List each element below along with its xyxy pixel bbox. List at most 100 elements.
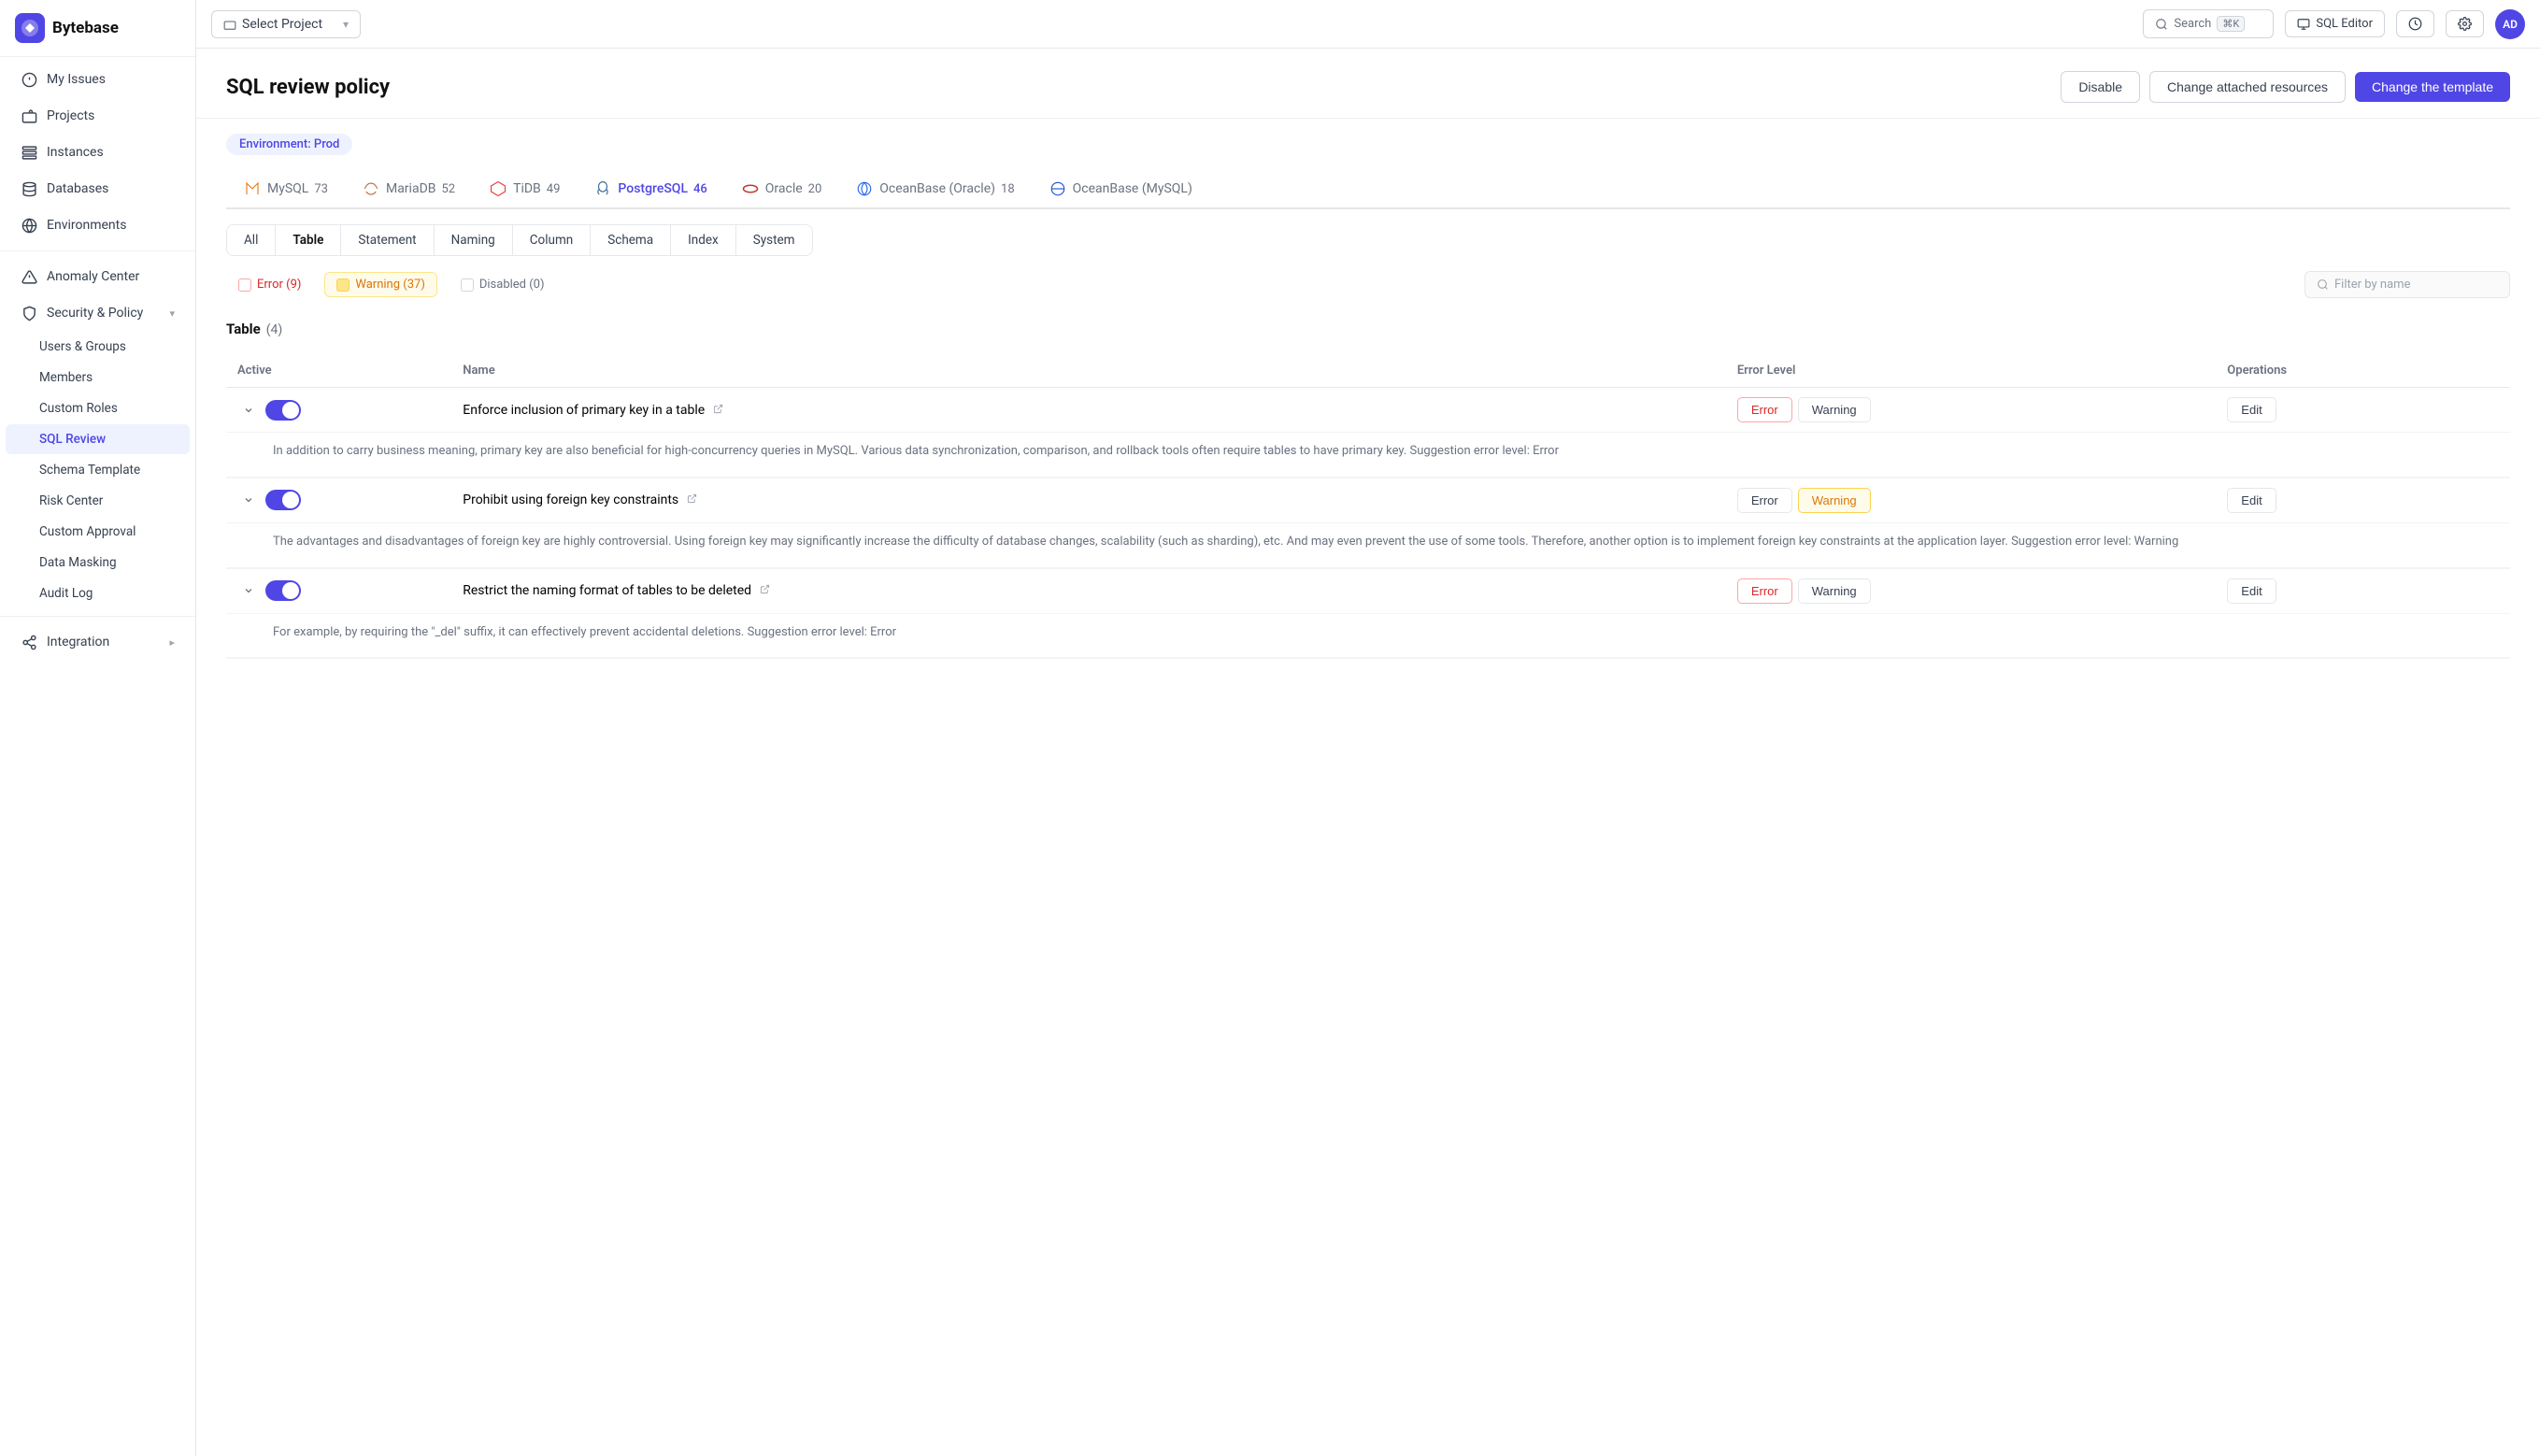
cat-tab-column[interactable]: Column	[513, 225, 592, 255]
change-template-button[interactable]: Change the template	[2355, 72, 2510, 102]
mariadb-count: 52	[441, 182, 455, 196]
warning-checkbox[interactable]	[336, 278, 350, 292]
error-checkbox[interactable]	[238, 278, 251, 292]
nav-section-main: My Issues Projects Instances Databases E…	[0, 61, 195, 661]
col-header-name: Name	[451, 354, 1726, 388]
sql-editor-btn[interactable]: SQL Editor	[2285, 10, 2385, 37]
sidebar-subitem-audit-log[interactable]: Audit Log	[6, 578, 190, 608]
filter-warning[interactable]: Warning (37)	[324, 272, 436, 297]
rule-1-ext-link[interactable]	[713, 404, 723, 414]
cat-tab-statement[interactable]: Statement	[341, 225, 434, 255]
settings-btn[interactable]	[2446, 10, 2484, 37]
db-tab-postgresql[interactable]: PostgreSQL 46	[577, 170, 723, 209]
db-tab-mariadb[interactable]: MariaDB 52	[345, 170, 472, 209]
rule-2-warning-btn[interactable]: Warning	[1798, 488, 1871, 513]
rule-2-ops-cell: Edit	[2216, 478, 2510, 522]
sidebar-item-databases[interactable]: Databases	[6, 171, 190, 207]
sidebar-subitem-sql-review[interactable]: SQL Review	[6, 424, 190, 454]
cat-tab-table[interactable]: Table	[276, 225, 341, 255]
rule-2-toggle[interactable]	[265, 490, 301, 510]
filter-input[interactable]: Filter by name	[2305, 271, 2510, 298]
tidb-icon	[489, 179, 507, 198]
db-tab-oracle[interactable]: Oracle 20	[724, 170, 839, 209]
sidebar-item-my-issues[interactable]: My Issues	[6, 62, 190, 97]
env-badge: Environment: Prod	[226, 134, 352, 155]
db-tab-mysql[interactable]: MySQL 73	[226, 170, 345, 209]
disable-button[interactable]: Disable	[2061, 71, 2140, 103]
rule-3-name: Restrict the naming format of tables to …	[463, 583, 751, 598]
search-box[interactable]: Search ⌘K	[2143, 9, 2274, 38]
filter-row: Error (9) Warning (37) Disabled (0) Filt…	[226, 271, 2510, 298]
rule-2-expand-btn[interactable]	[237, 489, 260, 511]
page-header: SQL review policy Disable Change attache…	[196, 49, 2540, 119]
cat-tab-naming[interactable]: Naming	[435, 225, 513, 255]
db-tab-oceanbase-mysql[interactable]: OceanBase (MySQL)	[1032, 170, 1209, 209]
sidebar-item-anomaly-center[interactable]: Anomaly Center	[6, 259, 190, 294]
rule-2-edit-btn[interactable]: Edit	[2227, 488, 2276, 513]
header-actions: Disable Change attached resources Change…	[2061, 71, 2510, 103]
filter-disabled[interactable]: Disabled (0)	[449, 272, 557, 297]
cat-tab-schema[interactable]: Schema	[591, 225, 671, 255]
db-tab-oceanbase-oracle[interactable]: OceanBase (Oracle) 18	[838, 170, 1031, 209]
rule-1-expand-btn[interactable]	[237, 399, 260, 421]
rules-table-header: Active Name Error Level Operations	[226, 354, 2510, 388]
search-kbd: ⌘K	[2217, 16, 2245, 32]
projects-icon	[21, 107, 37, 124]
sidebar-item-environments[interactable]: Environments	[6, 207, 190, 243]
sidebar-item-integration-label: Integration	[47, 635, 109, 649]
tidb-count: 49	[547, 182, 561, 196]
cat-tab-system[interactable]: System	[736, 225, 812, 255]
rule-1-toggle[interactable]	[265, 400, 301, 421]
sidebar-subitem-members[interactable]: Members	[6, 363, 190, 393]
project-select-chevron: ▾	[343, 18, 349, 31]
project-select-label: Select Project	[242, 17, 322, 32]
rule-2-error-btn[interactable]: Error	[1737, 488, 1792, 513]
sidebar-subitem-data-masking[interactable]: Data Masking	[6, 548, 190, 578]
sidebar-subitem-custom-approval[interactable]: Custom Approval	[6, 517, 190, 547]
logo: Bytebase	[0, 0, 195, 57]
sidebar-item-instances[interactable]: Instances	[6, 135, 190, 170]
sidebar-item-security-label: Security & Policy	[47, 306, 143, 321]
oracle-label: Oracle	[765, 181, 803, 196]
cat-tab-all[interactable]: All	[227, 225, 276, 255]
project-select[interactable]: Select Project ▾	[211, 10, 361, 38]
rule-1-warning-btn[interactable]: Warning	[1798, 397, 1871, 422]
issues-icon	[21, 71, 37, 88]
avatar[interactable]: AD	[2495, 9, 2525, 39]
rule-3-ext-link[interactable]	[760, 584, 770, 594]
logo-text: Bytebase	[52, 19, 119, 37]
rule-3-edit-btn[interactable]: Edit	[2227, 578, 2276, 604]
security-expand-icon: ▾	[169, 307, 175, 320]
sidebar-subitem-risk-center[interactable]: Risk Center	[6, 486, 190, 516]
rule-2-desc-cell: The advantages and disadvantages of fore…	[226, 522, 2510, 568]
disabled-checkbox[interactable]	[461, 278, 474, 292]
rule-1-error-btn[interactable]: Error	[1737, 397, 1792, 422]
rule-3-name-cell: Restrict the naming format of tables to …	[451, 568, 1726, 613]
settings-icon	[2458, 17, 2472, 31]
oceanbase-mysql-icon	[1049, 179, 1067, 198]
rule-3-expand-btn[interactable]	[237, 579, 260, 602]
rule-2-ext-link[interactable]	[687, 493, 697, 504]
sidebar-subitem-schema-template[interactable]: Schema Template	[6, 455, 190, 485]
rule-3-warning-btn[interactable]: Warning	[1798, 578, 1871, 604]
main-content: SQL review policy Disable Change attache…	[196, 49, 2540, 1456]
rule-1-desc-row: In addition to carry business meaning, p…	[226, 433, 2510, 478]
sidebar-item-anomaly-label: Anomaly Center	[47, 269, 139, 284]
table-row: Restrict the naming format of tables to …	[226, 568, 2510, 613]
rule-3-toggle[interactable]	[265, 580, 301, 601]
rule-1-edit-btn[interactable]: Edit	[2227, 397, 2276, 422]
filter-error[interactable]: Error (9)	[226, 272, 313, 297]
sidebar-subitem-users-groups[interactable]: Users & Groups	[6, 332, 190, 362]
sidebar-item-projects[interactable]: Projects	[6, 98, 190, 134]
cat-tab-index[interactable]: Index	[671, 225, 736, 255]
change-resources-button[interactable]: Change attached resources	[2149, 71, 2346, 103]
rule-1-expand-cell	[226, 388, 451, 433]
history-btn[interactable]	[2396, 10, 2434, 37]
sidebar-item-security-policy[interactable]: Security & Policy ▾	[6, 295, 190, 331]
db-tab-tidb[interactable]: TiDB 49	[472, 170, 577, 209]
rule-3-level-cell: Error Warning	[1726, 568, 2216, 613]
rule-3-error-btn[interactable]: Error	[1737, 578, 1792, 604]
sidebar-item-integration[interactable]: Integration ▸	[6, 624, 190, 660]
section-count: (4)	[266, 322, 283, 337]
sidebar-subitem-custom-roles[interactable]: Custom Roles	[6, 393, 190, 423]
